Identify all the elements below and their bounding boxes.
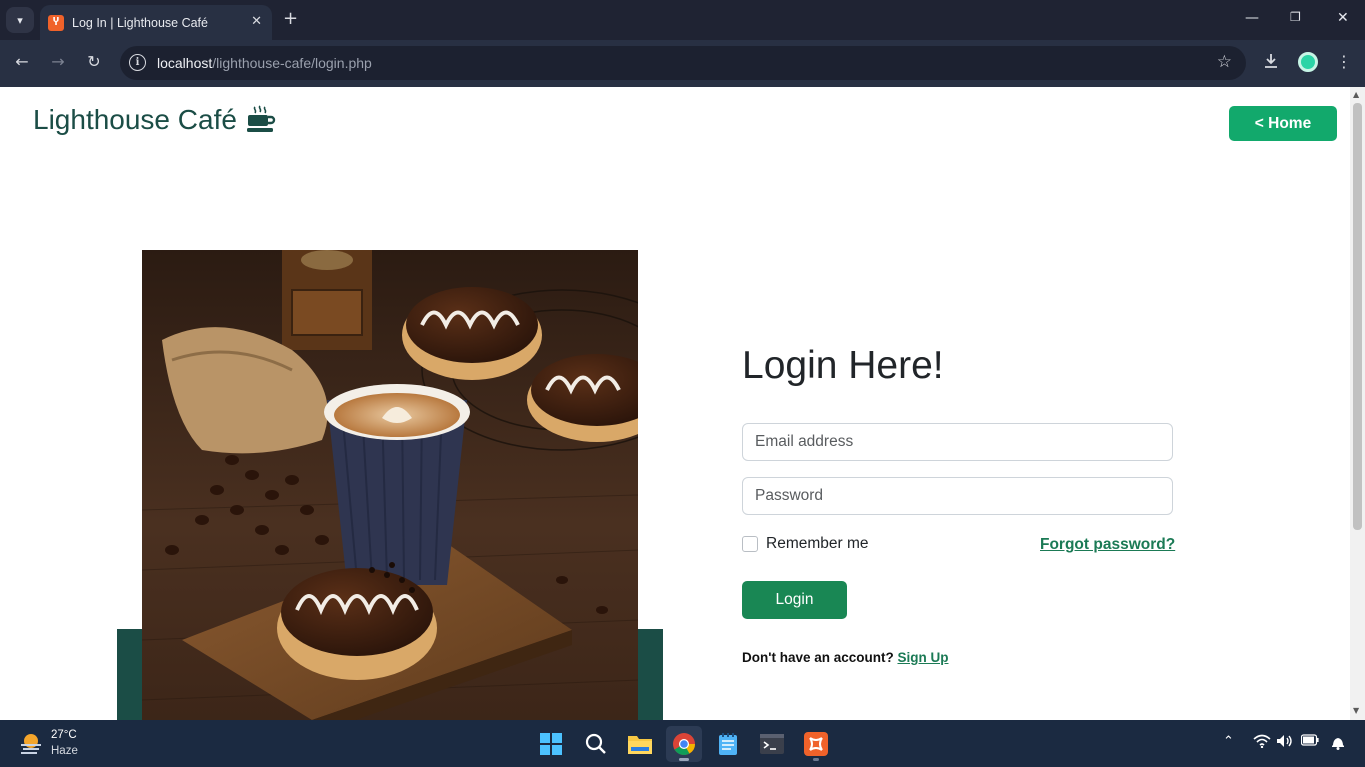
- brand-name: Lighthouse Café: [33, 104, 237, 135]
- start-icon[interactable]: [533, 726, 569, 762]
- profile-avatar[interactable]: [1298, 52, 1318, 72]
- remember-me-checkbox[interactable]: [742, 536, 758, 552]
- scroll-down-icon[interactable]: ▼: [1353, 706, 1359, 715]
- notepad-icon[interactable]: [710, 726, 746, 762]
- address-bar[interactable]: i localhost/lighthouse-cafe/login.php ☆: [120, 46, 1246, 80]
- tab-close-icon[interactable]: ✕: [251, 14, 262, 29]
- page-scrollbar[interactable]: ▲ ▼: [1350, 87, 1365, 720]
- browser-tab-bar: ▾ Ⴤ Log In | Lighthouse Café ✕ + — ❐ ✕: [0, 0, 1365, 40]
- tab-search-dropdown-icon[interactable]: ▾: [6, 7, 34, 33]
- close-window-icon[interactable]: ✕: [1337, 10, 1349, 26]
- coffee-cup-icon: [246, 105, 276, 132]
- wifi-icon[interactable]: [1253, 734, 1271, 752]
- tab-title: Log In | Lighthouse Café: [72, 15, 208, 30]
- terminal-icon[interactable]: [754, 726, 790, 762]
- url-text[interactable]: localhost/lighthouse-cafe/login.php: [157, 55, 372, 71]
- new-tab-icon[interactable]: +: [283, 9, 298, 29]
- browser-tab[interactable]: Ⴤ Log In | Lighthouse Café ✕: [40, 5, 272, 40]
- brand-logo[interactable]: Lighthouse Café: [33, 104, 277, 136]
- minimize-icon[interactable]: —: [1245, 10, 1259, 26]
- page-viewport: Lighthouse Café < Home Login Here! Email…: [0, 87, 1350, 720]
- scroll-thumb[interactable]: [1353, 103, 1362, 530]
- reload-icon[interactable]: ↻: [83, 52, 105, 71]
- download-icon[interactable]: [1262, 52, 1280, 74]
- login-title: Login Here!: [742, 344, 944, 387]
- login-button[interactable]: Login: [742, 581, 847, 619]
- notification-bell-icon[interactable]: [1330, 734, 1346, 754]
- show-hidden-icons-icon[interactable]: ⌃: [1223, 734, 1234, 749]
- scroll-up-icon[interactable]: ▲: [1353, 90, 1359, 99]
- password-input[interactable]: [742, 477, 1173, 515]
- forward-icon[interactable]: →: [47, 52, 69, 71]
- signup-prompt: Don't have an account?: [742, 650, 898, 665]
- forgot-password-link[interactable]: Forgot password?: [1040, 536, 1175, 554]
- home-button[interactable]: < Home: [1229, 106, 1337, 141]
- chrome-icon[interactable]: [666, 726, 702, 762]
- cafe-hero-image: [142, 250, 638, 720]
- volume-icon[interactable]: [1276, 734, 1294, 752]
- bookmark-star-icon[interactable]: ☆: [1217, 52, 1232, 72]
- remember-me-row: Remember me: [742, 535, 869, 553]
- weather-temperature: 27°C: [51, 729, 77, 741]
- signup-row: Don't have an account? Sign Up: [742, 650, 948, 665]
- battery-icon[interactable]: [1300, 734, 1319, 750]
- windows-taskbar: 27°C Haze ⌃: [0, 720, 1365, 767]
- email-input[interactable]: [742, 423, 1173, 461]
- site-info-icon[interactable]: i: [129, 54, 146, 71]
- remember-me-label[interactable]: Remember me: [766, 535, 869, 553]
- running-app-indicator: [813, 758, 819, 761]
- back-icon[interactable]: ←: [11, 52, 33, 71]
- search-icon[interactable]: [578, 726, 614, 762]
- active-app-indicator: [679, 758, 689, 761]
- browser-menu-icon[interactable]: ⋮: [1336, 52, 1352, 71]
- weather-description: Haze: [51, 745, 78, 757]
- signup-link[interactable]: Sign Up: [897, 650, 948, 665]
- xampp-favicon-icon: Ⴤ: [48, 14, 64, 31]
- restore-icon[interactable]: ❐: [1290, 10, 1301, 24]
- xampp-icon[interactable]: [798, 726, 834, 762]
- browser-toolbar: ← → ↻ i localhost/lighthouse-cafe/login.…: [0, 40, 1365, 87]
- haze-weather-icon[interactable]: [18, 730, 44, 756]
- file-explorer-icon[interactable]: [622, 726, 658, 762]
